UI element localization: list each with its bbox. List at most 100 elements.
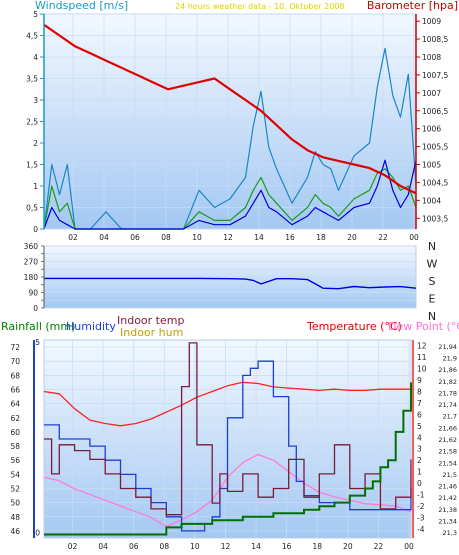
panel3-x-tick-label: 20 [343, 542, 353, 551]
panel2-left-tick-label: 90 [28, 289, 38, 298]
panel3-temperature-ticks: -4-3-2-10123456789101112 [412, 340, 427, 538]
panel1-right-tick-label: 1008 [422, 53, 441, 62]
panel3-temperature-tick-label: 6 [417, 410, 422, 419]
panel3-indoor-tick-label: 21,9 [443, 354, 457, 362]
panel3-indoor-tick-label: 21,94 [438, 343, 457, 351]
panel1-x-tick-label: 06 [130, 233, 140, 242]
panel3-temperature-tick-label: 7 [417, 399, 422, 408]
panel3-humidity-ticks: 46 48 50 52 54 56 58 60 62 64 66 68 70 72 [10, 340, 35, 538]
panel1-right-tick-label: 1006 [422, 125, 441, 134]
panel3-humidity-tick-label: 72 [10, 343, 20, 352]
panel3-x-tick-label: 12 [221, 542, 231, 551]
panel1-right-tick-label: 1009 [422, 17, 441, 26]
panel3-x-ticks: 02 04 06 08 10 12 14 16 18 20 22 00 [68, 542, 414, 551]
panel3-humidity-tick-label: 66 [10, 386, 20, 395]
panel3-humidity-tick-label: 50 [10, 499, 20, 508]
panel3-humidity-tick-label: 62 [10, 414, 20, 423]
panel1-right-ticks: 1003,5 1004 1004,5 1005 1005,5 1006 1006,5 1007… [415, 14, 448, 229]
panel2-right-direction-label: S [429, 275, 436, 288]
panel2-left-tick-label: 0 [33, 304, 38, 313]
panel3-indoor-tick-label: 21,62 [438, 436, 457, 444]
panel3-rain-ticks: 05 [35, 338, 40, 537]
panel1-left-tick-label: 5 [33, 10, 38, 19]
panel3-indoor-tick-label: 21,34 [438, 518, 457, 526]
panel3-x-tick-label: 16 [282, 542, 292, 551]
panel1-x-tick-label: 14 [254, 233, 264, 242]
panel3-temperature-tick-label: -3 [417, 513, 425, 522]
panel3-indoor-tick-label: 21,38 [438, 506, 457, 514]
panel1-left-tick-label: 2,5 [26, 118, 38, 127]
panel3-temperature-tick-label: 1 [417, 468, 422, 477]
panel3-humidity-tick-label: 70 [10, 357, 20, 366]
panel3-indoor-tick-label: 21,66 [438, 424, 457, 432]
panel1-x-tick-label: 18 [316, 233, 326, 242]
panel3-temperature-tick-label: 8 [417, 388, 422, 397]
panel3-indoor-tick-label: 21,86 [438, 366, 457, 374]
panel3-title-rain: Rainfall (mm) [1, 320, 75, 333]
chart-canvas: Windspeed [m/s] 24 hours weather data - … [1, 0, 459, 551]
panel1-left-tick-label: 1,5 [26, 161, 38, 170]
panel3-title-humidity: Humidity [66, 320, 116, 333]
panel1-left-tick-label: 4 [33, 53, 38, 62]
panel3-humidity-tick-label: 46 [10, 527, 20, 536]
panel1-title-center: 24 hours weather data - 10. Oktober 2008 [175, 2, 345, 11]
panel1-right-tick-label: 1004 [422, 196, 441, 205]
panel2-left-tick-label: 180 [24, 273, 39, 282]
panel1-x-tick-label: 02 [68, 233, 78, 242]
panel3-temperature-tick-label: 5 [417, 422, 422, 431]
panel3-x-tick-label: 08 [160, 542, 170, 551]
panel3-title-indoor-hum: Indoor hum [120, 326, 183, 339]
panel3-x-tick-label: 02 [68, 542, 78, 551]
panel1-left-tick-label: 3 [33, 96, 38, 105]
panel1-left-tick-label: 0 [33, 225, 38, 234]
panel3-indoor-tick-label: 21,54 [438, 459, 457, 467]
panel1-x-ticks: 02 04 06 08 10 12 14 16 18 20 22 00 [68, 233, 419, 242]
panel3-temperature-tick-label: -1 [417, 491, 425, 500]
panel1-right-tick-label: 1007,5 [422, 71, 448, 80]
panel3-temperature-tick-label: 3 [417, 445, 422, 454]
panel3-indoor-tick-label: 21,46 [438, 483, 457, 491]
panel3-humidity-tick-label: 58 [10, 442, 20, 451]
panel3-humidity-tick-label: 56 [10, 456, 20, 465]
panel1-x-tick-label: 12 [223, 233, 233, 242]
panel1-x-tick-label: 10 [192, 233, 202, 242]
panel1-left-tick-label: 2 [33, 139, 38, 148]
panel3-title-dewpoint: Dew Point (°C) [388, 320, 459, 333]
panel1-left-tick-label: 4,5 [26, 32, 38, 41]
panel3-temperature-tick-label: 12 [417, 342, 427, 351]
panel2-right-ticks: NWSEN [427, 240, 438, 323]
panel3-x-tick-label: 04 [98, 542, 108, 551]
panel3-x-tick-label: 10 [190, 542, 200, 551]
panel3-temperature-tick-label: 0 [417, 479, 422, 488]
panel1-x-tick-label: 16 [285, 233, 295, 242]
panel3-temperature-tick-label: 10 [417, 365, 427, 374]
panel3-indoor-tick-label: 21,74 [438, 401, 457, 409]
panel1-right-tick-label: 1007 [422, 89, 441, 98]
panel3-humidity-tick-label: 54 [10, 470, 20, 479]
panel1-right-tick-label: 1005,5 [422, 143, 448, 152]
panel2-right-direction-label: W [427, 258, 438, 271]
panel1-x-tick-label: 00 [409, 233, 419, 242]
panel1-right-tick-label: 1008,5 [422, 35, 448, 44]
panel3-temperature-tick-label: -4 [417, 525, 425, 534]
panel3-indoor-tick-label: 21,7 [443, 413, 457, 421]
panel1-x-tick-label: 04 [99, 233, 109, 242]
panel3-indoor-ticks: 21,3 21,34 21,38 21,42 21,46 21,5 21,54 21,58 21… [438, 343, 457, 537]
panel1-right-tick-label: 1006,5 [422, 107, 448, 116]
panel2-right-direction-label: E [429, 293, 436, 306]
panel3-humidity-tick-label: 48 [10, 513, 20, 522]
panel3-humidity-tick-label: 52 [10, 485, 20, 494]
panel1-right-tick-label: 1005 [422, 161, 441, 170]
panel2-left-ticks: 0 90 180 270 360 [24, 242, 45, 313]
panel3-temperature-tick-label: 9 [417, 376, 422, 385]
panel3-x-tick-label: 14 [251, 542, 261, 551]
panel3-x-tick-label: 22 [374, 542, 384, 551]
panel2-left-tick-label: 360 [24, 242, 39, 251]
panel1-left-ticks: 0 0,5 1 1,5 2 2,5 3 3,5 4 4,5 5 [26, 10, 45, 234]
panel3-indoor-tick-label: 21,78 [438, 389, 457, 397]
panel3-humidity-tick-label: 60 [10, 428, 20, 437]
panel1-left-tick-label: 3,5 [26, 75, 38, 84]
panel3-temperature-tick-label: 11 [417, 353, 427, 362]
panel3-indoor-tick-label: 21,82 [438, 378, 457, 386]
panel1-right-tick-label: 1003,5 [422, 214, 448, 223]
